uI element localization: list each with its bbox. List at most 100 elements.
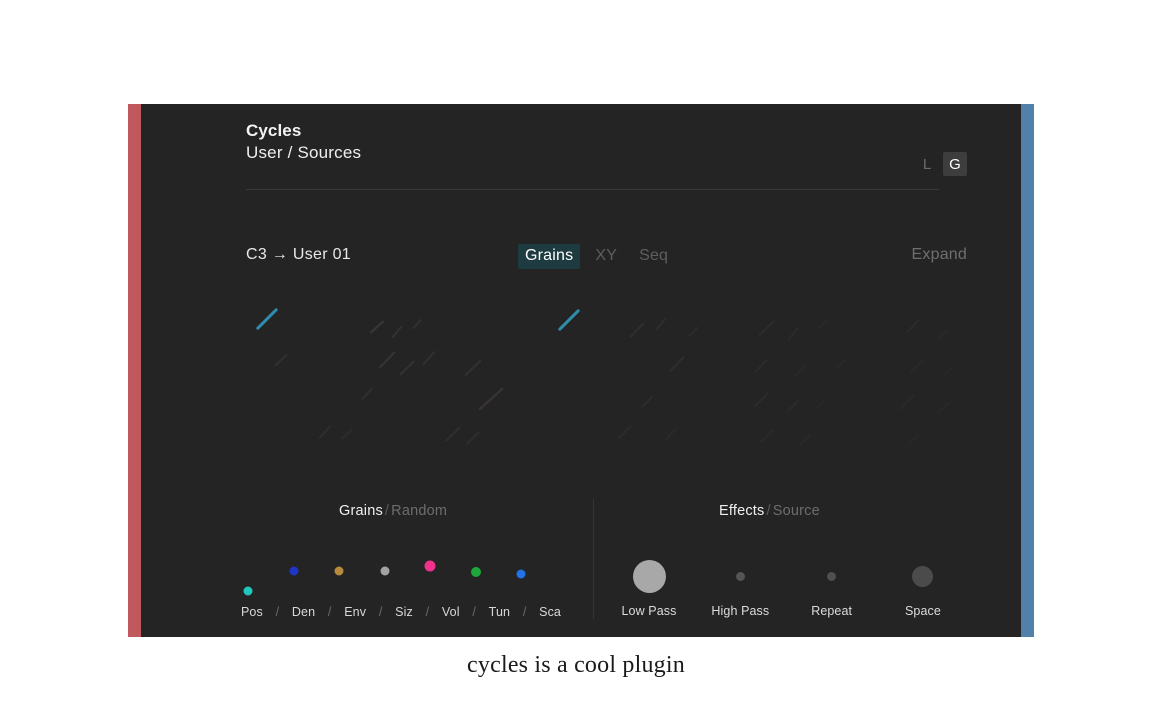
grain-streak [795, 364, 807, 376]
grain-param-dot-pos[interactable] [243, 586, 253, 596]
grains-panel-heading: Grains / Random [339, 503, 447, 519]
effect-knob-low-pass[interactable] [632, 559, 666, 593]
effect-label-space: Space [905, 604, 941, 618]
grain-streak [618, 425, 632, 439]
effect-control-low-pass[interactable]: Low Pass [606, 534, 692, 619]
effects-heading-primary: Effects [719, 503, 765, 519]
nav-row: C3 → User 01 Grains XY Seq Expand [246, 244, 967, 270]
effects-controls: Low Pass High Pass Repeat Space [606, 534, 966, 619]
grain-param-dot-den[interactable] [289, 566, 299, 576]
grain-streak [669, 356, 685, 372]
effect-knob-wrap-repeat [789, 548, 875, 604]
grain-streak [318, 425, 332, 439]
grains-heading-secondary: Random [391, 503, 448, 519]
grain-param-dot-sca[interactable] [516, 569, 526, 579]
grain-streak [412, 318, 422, 330]
grain-streak [466, 431, 480, 445]
grain-streak [391, 326, 403, 338]
grain-streak [445, 426, 461, 442]
grain-param-label-env[interactable]: Env [344, 605, 366, 619]
grain-streak [937, 402, 949, 414]
effect-control-space[interactable]: Space [880, 534, 966, 619]
grain-param-label-separator: / [327, 605, 332, 619]
effects-heading-secondary: Source [772, 503, 820, 519]
grain-streak [754, 359, 768, 373]
grain-streak [275, 354, 287, 366]
effects-panel-heading: Effects / Source [719, 503, 820, 519]
voice-assignment-label: C3 → User 01 [246, 246, 351, 263]
grain-streak [817, 318, 829, 330]
grain-streak [835, 358, 847, 370]
view-scope-toggle[interactable]: L G [915, 152, 967, 176]
tab-grains[interactable]: Grains [518, 244, 581, 269]
grains-parameter-controls: Pos / Den / Env / Siz / Vol / Tun / Sca [241, 534, 561, 619]
grain-streak [665, 428, 677, 440]
left-accent-bar [128, 104, 141, 637]
grain-streak [907, 434, 919, 446]
tab-xy[interactable]: XY [588, 244, 624, 269]
panel-divider [593, 499, 594, 619]
effect-knob-repeat[interactable] [827, 571, 837, 581]
plugin-window: Cycles User / Sources L G C3 → User 01 G… [128, 104, 1034, 637]
grain-param-label-vol[interactable]: Vol [442, 605, 460, 619]
grain-streak [753, 392, 769, 408]
effect-knob-high-pass[interactable] [735, 571, 745, 581]
right-accent-bar [1021, 104, 1034, 637]
header-divider [246, 189, 939, 190]
grain-param-label-separator: / [472, 605, 476, 619]
grain-param-dot-env[interactable] [334, 566, 344, 576]
grain-param-label-separator: / [378, 605, 383, 619]
grain-streak [787, 327, 799, 341]
grain-streak [937, 328, 949, 340]
grain-param-label-separator: / [522, 605, 527, 619]
grain-streak [422, 351, 436, 365]
grain-streak [370, 320, 384, 334]
grain-param-dot-siz[interactable] [380, 566, 390, 576]
local-scope-button[interactable]: L [915, 152, 939, 176]
effect-label-low-pass: Low Pass [621, 604, 677, 618]
header: Cycles User / Sources L G [246, 120, 967, 180]
grain-param-label-sca[interactable]: Sca [539, 605, 561, 619]
grain-param-label-den[interactable]: Den [292, 605, 315, 619]
grain-streak [478, 387, 504, 411]
grain-streak-group [256, 308, 953, 446]
effect-label-repeat: Repeat [811, 604, 853, 618]
grains-heading-primary: Grains [339, 503, 383, 519]
effect-control-repeat[interactable]: Repeat [789, 534, 875, 619]
page-title: Cycles [246, 121, 302, 140]
grain-streak [910, 359, 924, 373]
grain-param-dot-tun[interactable] [471, 567, 481, 577]
effect-knob-wrap-low-pass [606, 548, 692, 604]
effect-control-high-pass[interactable]: High Pass [697, 534, 783, 619]
grain-streak [815, 398, 827, 410]
grain-streak [941, 366, 953, 378]
grain-streak [799, 434, 811, 446]
grain-param-dot-vol[interactable] [424, 560, 436, 572]
mode-tabs: Grains XY Seq [518, 244, 675, 269]
caption-text: cycles is a cool plugin [467, 652, 685, 678]
tab-seq[interactable]: Seq [632, 244, 675, 269]
grain-streak [687, 326, 699, 338]
grain-streak [256, 308, 278, 330]
grain-streak [629, 322, 645, 338]
grain-streak [399, 360, 415, 376]
grains-heading-separator: / [384, 503, 390, 519]
effect-label-high-pass: High Pass [711, 604, 770, 618]
grain-streak [906, 319, 920, 333]
grain-param-label-tun[interactable]: Tun [489, 605, 510, 619]
effect-knob-wrap-high-pass [697, 548, 783, 604]
global-scope-button[interactable]: G [943, 152, 967, 176]
grain-streak [899, 394, 915, 410]
grain-streak [787, 400, 799, 412]
bottom-panels: Grains / Random Effects / Source Pos / Den / Env… [141, 489, 1021, 629]
grain-parameter-labels: Pos / Den / Env / Siz / Vol / Tun / Sca [241, 605, 561, 619]
grain-param-label-pos[interactable]: Pos [241, 605, 263, 619]
effect-knob-space[interactable] [912, 565, 934, 587]
grain-param-label-siz[interactable]: Siz [395, 605, 413, 619]
grain-streak [760, 429, 774, 443]
grain-visualizer[interactable] [201, 294, 1001, 474]
plugin-body: Cycles User / Sources L G C3 → User 01 G… [141, 104, 1021, 637]
grain-streak [341, 428, 353, 440]
grain-visualizer-canvas [256, 308, 953, 446]
expand-button[interactable]: Expand [912, 246, 967, 264]
